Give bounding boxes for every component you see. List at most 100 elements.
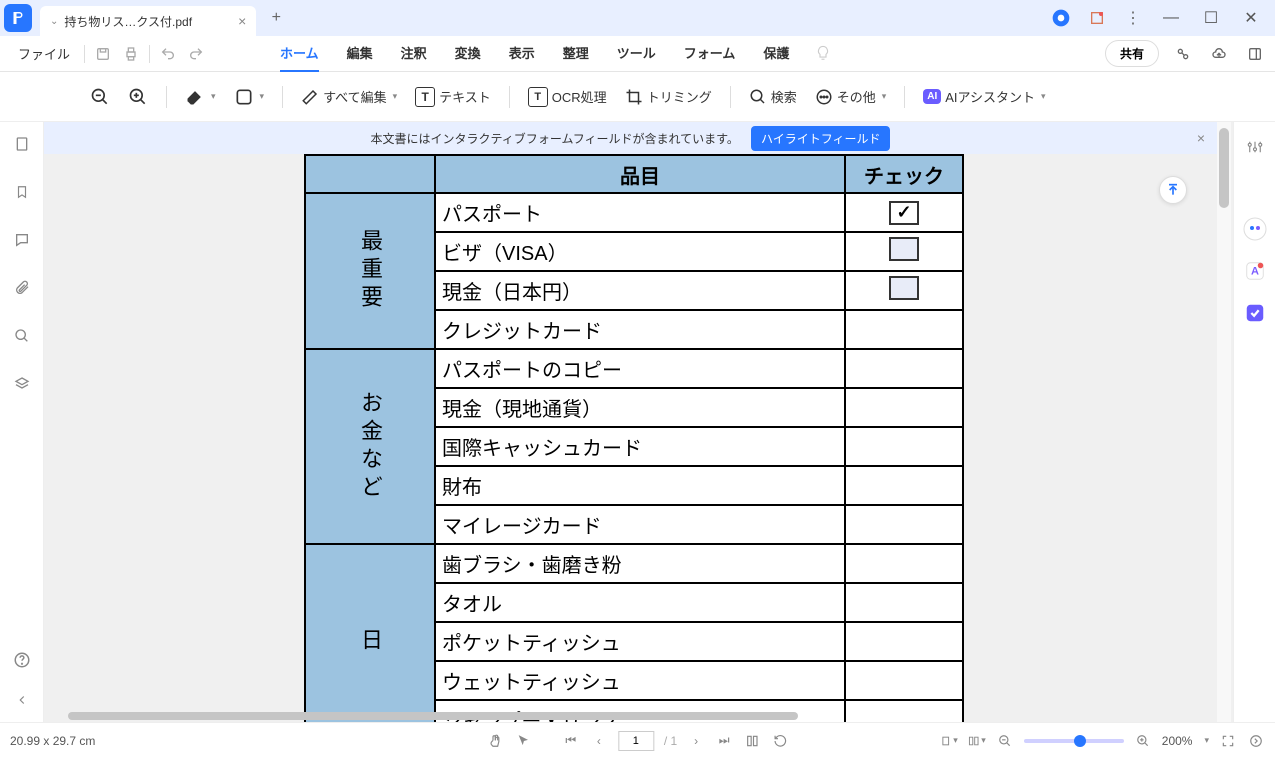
menu-tab-view[interactable]: 表示 [509,35,535,72]
highlighter-button[interactable]: ▾ [185,87,216,107]
collapse-right-icon[interactable] [1247,732,1265,750]
new-tab-button[interactable]: + [264,6,288,30]
form-checkbox[interactable] [889,237,919,261]
menu-tab-organize[interactable]: 整理 [563,35,589,72]
column-header-check: チェック [845,155,963,193]
check-tool-icon[interactable] [1242,300,1268,326]
menu-tab-form[interactable]: フォーム [684,35,736,72]
zoom-in-button[interactable] [128,87,148,107]
next-page-icon[interactable]: › [687,732,705,750]
attachment-icon[interactable] [12,278,32,298]
menu-tab-home[interactable]: ホーム [280,35,319,72]
document-tab[interactable]: ⌄ 持ち物リス…クス付.pdf × [40,6,256,36]
redo-icon[interactable] [182,40,210,68]
check-cell [845,388,963,427]
ai-assistant-button[interactable]: AIAIアシスタント▾ [923,87,1045,106]
item-cell: パスポートのコピー [435,349,845,388]
link-icon[interactable] [1171,42,1195,66]
bookmark-icon[interactable] [12,182,32,202]
item-cell: ポケットティッシュ [435,622,845,661]
form-checkbox[interactable] [889,276,919,300]
layers-icon[interactable] [12,374,32,394]
other-button[interactable]: その他▾ [815,87,887,106]
item-cell: ビザ（VISA） [435,232,845,271]
zoom-out-status-icon[interactable] [996,732,1014,750]
panel-icon[interactable] [1243,42,1267,66]
fullscreen-icon[interactable] [1219,732,1237,750]
document-area[interactable]: 本文書にはインタラクティブフォームフィールドが含まれています。 ハイライトフィー… [44,122,1233,722]
section-label: 日 [305,544,435,722]
more-icon[interactable]: ⋮ [1123,8,1143,28]
ai-chat-icon[interactable] [1242,216,1268,242]
maximize-button[interactable]: ☐ [1199,6,1223,30]
close-tab-icon[interactable]: × [238,13,246,29]
search-button[interactable]: 検索 [749,87,797,106]
zoom-in-status-icon[interactable] [1134,732,1152,750]
menu-tab-protect[interactable]: 保護 [763,35,789,72]
banner-text: 本文書にはインタラクティブフォームフィールドが含まれています。 [371,130,739,147]
cloud-icon[interactable] [1207,42,1231,66]
collapse-left-icon[interactable] [12,690,32,710]
search-panel-icon[interactable] [12,326,32,346]
select-tool-icon[interactable] [514,732,532,750]
form-checkbox[interactable] [889,201,919,225]
help-icon[interactable] [12,650,32,670]
bulb-icon[interactable] [809,40,837,68]
horizontal-scrollbar[interactable] [60,710,1255,722]
highlight-fields-button[interactable]: ハイライトフィールド [751,126,891,151]
translate-icon[interactable]: A [1242,258,1268,284]
fit-width-icon[interactable]: ▾ [940,732,958,750]
close-window-button[interactable]: ✕ [1239,6,1263,30]
comment-icon[interactable] [12,230,32,250]
file-menu[interactable]: ファイル [8,44,80,63]
item-cell: 現金（現地通貨） [435,388,845,427]
page-dimensions: 20.99 x 29.7 cm [10,734,95,748]
item-cell: 財布 [435,466,845,505]
edit-all-button[interactable]: すべて編集▾ [301,87,397,106]
check-cell [845,544,963,583]
rotate-icon[interactable] [771,732,789,750]
menu-tab-edit[interactable]: 編集 [347,35,373,72]
save-icon[interactable] [89,40,117,68]
prev-page-icon[interactable]: ‹ [590,732,608,750]
column-header-item: 品目 [435,155,845,193]
check-cell [845,661,963,700]
close-banner-icon[interactable]: × [1197,130,1205,146]
menu-tab-convert[interactable]: 変換 [455,35,481,72]
app-logo[interactable] [4,4,32,32]
check-cell [845,310,963,349]
text-button[interactable]: Tテキスト [415,87,491,107]
zoom-out-button[interactable] [90,87,110,107]
vertical-scrollbar[interactable] [1217,122,1231,722]
item-cell: タオル [435,583,845,622]
notification-icon[interactable] [1087,8,1107,28]
check-cell [845,622,963,661]
tab-title: 持ち物リス…クス付.pdf [64,13,192,30]
share-button[interactable]: 共有 [1105,40,1159,67]
last-page-icon[interactable]: ⏭ [715,732,733,750]
trimming-button[interactable]: トリミング [625,87,712,106]
item-cell: パスポート [435,193,845,232]
read-mode-icon[interactable]: ▾ [968,732,986,750]
check-cell [845,505,963,544]
shape-button[interactable]: ▾ [234,87,265,107]
page-layout-icon[interactable] [743,732,761,750]
upload-floating-button[interactable] [1159,176,1187,204]
settings-icon[interactable] [1242,134,1268,160]
left-rail [0,122,44,722]
hand-tool-icon[interactable] [486,732,504,750]
undo-icon[interactable] [154,40,182,68]
thumbnail-icon[interactable] [12,134,32,154]
zoom-level[interactable]: 200% [1162,734,1193,748]
page-number-input[interactable] [618,731,654,751]
app-circle-icon[interactable] [1051,8,1071,28]
right-rail: A [1233,122,1275,722]
menu-tab-tool[interactable]: ツール [617,35,656,72]
menu-tab-comment[interactable]: 注釈 [401,35,427,72]
zoom-slider[interactable] [1024,739,1124,743]
ocr-button[interactable]: TOCR処理 [528,87,607,107]
minimize-button[interactable]: — [1159,6,1183,30]
print-icon[interactable] [117,40,145,68]
first-page-icon[interactable]: ⏮ [562,732,580,750]
check-cell [845,427,963,466]
